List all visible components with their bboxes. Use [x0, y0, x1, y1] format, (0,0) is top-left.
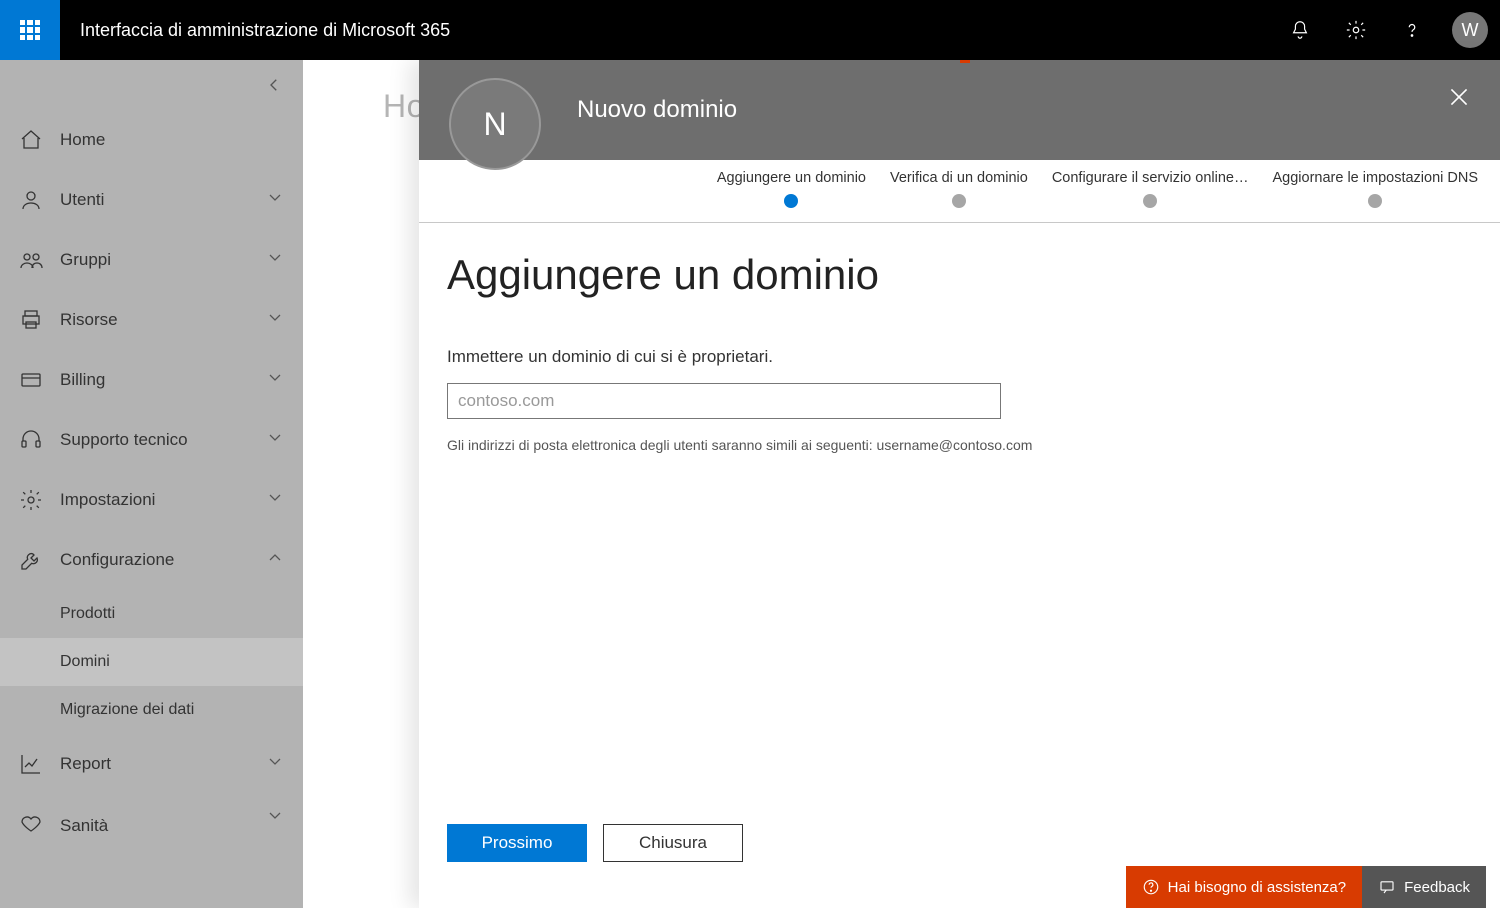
chevron-down-icon — [265, 428, 285, 453]
chevron-down-icon — [265, 488, 285, 513]
next-button[interactable]: Prossimo — [447, 824, 587, 862]
wizard-stepper: Aggiungere un dominio Verifica di un dom… — [419, 160, 1500, 222]
gear-icon — [1345, 19, 1367, 41]
step-label: Aggiornare le impostazioni DNS — [1272, 170, 1478, 186]
panel-header: N Nuovo dominio — [419, 60, 1500, 160]
new-domain-panel: N Nuovo dominio Aggiungere un dominio Ve… — [419, 60, 1500, 908]
close-icon — [1446, 84, 1472, 110]
sidebar-collapse-button[interactable] — [0, 60, 303, 110]
gear-icon — [18, 487, 44, 513]
step-dot-icon — [952, 194, 966, 208]
step-dot-icon — [1143, 194, 1157, 208]
chevron-down-icon — [265, 308, 285, 333]
sidebar-item-label: Report — [60, 754, 111, 774]
chevron-down-icon — [265, 248, 285, 273]
sidebar-item-home[interactable]: Home — [0, 110, 303, 170]
sidebar-item-configuration[interactable]: Configurazione — [0, 530, 303, 590]
app-title: Interfaccia di amministrazione di Micros… — [80, 20, 450, 41]
step-add-domain[interactable]: Aggiungere un dominio — [705, 170, 878, 208]
sidebar-item-label: Supporto tecnico — [60, 430, 188, 450]
groups-icon — [18, 247, 44, 273]
top-bar-right: W — [1272, 0, 1500, 60]
panel-content: Aggiungere un dominio Immettere un domin… — [419, 223, 1500, 908]
sidebar-item-settings[interactable]: Impostazioni — [0, 470, 303, 530]
step-label: Configurare il servizio online… — [1052, 170, 1249, 186]
sidebar-item-billing[interactable]: Billing — [0, 350, 303, 410]
need-help-label: Hai bisogno di assistenza? — [1168, 879, 1346, 896]
sidebar: Home Utenti Gruppi Risorse Billing Suppo… — [0, 60, 303, 908]
step-label: Aggiungere un dominio — [717, 170, 866, 186]
step-update-dns[interactable]: Aggiornare le impostazioni DNS — [1260, 170, 1490, 208]
chevron-up-icon — [265, 548, 285, 573]
settings-button[interactable] — [1328, 0, 1384, 60]
feedback-button[interactable]: Feedback — [1362, 866, 1486, 908]
question-icon — [1401, 19, 1423, 41]
user-avatar[interactable]: W — [1452, 12, 1488, 48]
panel-hint-text: Gli indirizzi di posta elettronica degli… — [447, 437, 1472, 453]
heart-icon — [18, 810, 44, 836]
step-dot-icon — [784, 194, 798, 208]
help-button[interactable] — [1384, 0, 1440, 60]
chart-icon — [18, 751, 44, 777]
panel-heading: Aggiungere un dominio — [447, 251, 1472, 299]
home-icon — [18, 127, 44, 153]
user-icon — [18, 187, 44, 213]
sidebar-item-label: Sanità — [60, 816, 108, 836]
sidebar-subitem-products[interactable]: Prodotti — [0, 590, 303, 638]
panel-lead-text: Immettere un dominio di cui si è proprie… — [447, 347, 1472, 367]
chevron-left-icon — [265, 76, 283, 94]
sidebar-item-label: Risorse — [60, 310, 118, 330]
chevron-down-icon — [265, 188, 285, 213]
wrench-icon — [18, 547, 44, 573]
close-button[interactable]: Chiusura — [603, 824, 743, 862]
waffle-icon — [20, 20, 40, 40]
panel-close-button[interactable] — [1446, 84, 1472, 115]
step-verify-domain[interactable]: Verifica di un dominio — [878, 170, 1040, 208]
sidebar-item-label: Impostazioni — [60, 490, 155, 510]
sidebar-item-label: Gruppi — [60, 250, 111, 270]
bell-icon — [1289, 19, 1311, 41]
domain-input[interactable] — [447, 383, 1001, 419]
headset-icon — [18, 427, 44, 453]
sidebar-item-resources[interactable]: Risorse — [0, 290, 303, 350]
top-bar: Interfaccia di amministrazione di Micros… — [0, 0, 1500, 60]
sidebar-item-health[interactable]: Sanità — [0, 794, 303, 842]
sidebar-subitem-domains[interactable]: Domini — [0, 638, 303, 686]
panel-avatar: N — [449, 78, 541, 170]
app-launcher-button[interactable] — [0, 0, 60, 60]
printer-icon — [18, 307, 44, 333]
notifications-button[interactable] — [1272, 0, 1328, 60]
footer-bar: Hai bisogno di assistenza? Feedback — [1126, 866, 1486, 908]
sidebar-item-label: Utenti — [60, 190, 104, 210]
step-label: Verifica di un dominio — [890, 170, 1028, 186]
chevron-down-icon — [265, 368, 285, 393]
sidebar-item-label: Billing — [60, 370, 105, 390]
sidebar-item-label: Configurazione — [60, 550, 174, 570]
red-tick-icon — [960, 60, 970, 63]
question-circle-icon — [1142, 878, 1160, 896]
sidebar-item-groups[interactable]: Gruppi — [0, 230, 303, 290]
step-configure-service[interactable]: Configurare il servizio online… — [1040, 170, 1261, 208]
sidebar-item-label: Home — [60, 130, 105, 150]
sidebar-item-users[interactable]: Utenti — [0, 170, 303, 230]
chevron-down-icon — [265, 752, 285, 777]
chevron-down-icon — [265, 806, 285, 831]
step-dot-icon — [1368, 194, 1382, 208]
sidebar-item-support[interactable]: Supporto tecnico — [0, 410, 303, 470]
need-help-button[interactable]: Hai bisogno di assistenza? — [1126, 866, 1362, 908]
panel-title: Nuovo dominio — [577, 96, 737, 124]
feedback-icon — [1378, 878, 1396, 896]
feedback-label: Feedback — [1404, 879, 1470, 896]
sidebar-subitem-data-migration[interactable]: Migrazione dei dati — [0, 686, 303, 734]
sidebar-item-reports[interactable]: Report — [0, 734, 303, 794]
card-icon — [18, 367, 44, 393]
